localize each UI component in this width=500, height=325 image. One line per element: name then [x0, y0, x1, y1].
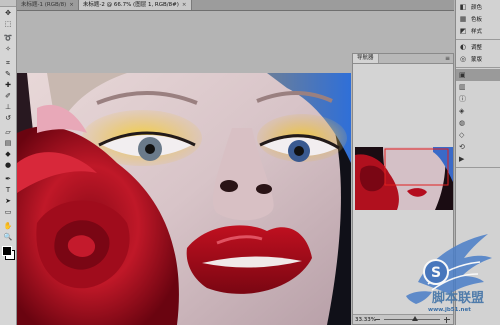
blur-icon[interactable]: ◆ — [1, 149, 15, 159]
dock-item-swatches[interactable]: ▦ 色板 — [456, 13, 500, 25]
document-tab-1-label: 未标题-1 (RGB/8) — [21, 2, 67, 8]
dock-item-masks[interactable]: ◎ 蒙版 — [456, 53, 500, 65]
move-icon[interactable]: ✥ — [1, 8, 15, 18]
shape-icon[interactable]: ▭ — [1, 207, 15, 217]
dock-item-styles-label: 样式 — [471, 29, 483, 35]
navigator-preview — [355, 147, 453, 210]
magic-wand-icon[interactable]: ✧ — [1, 44, 15, 54]
masks-icon: ◎ — [459, 55, 467, 63]
zoom-icon[interactable]: 🔍 — [1, 232, 15, 242]
healing-brush-icon[interactable]: ✚ — [1, 80, 15, 90]
paths-icon[interactable]: ◇ — [456, 129, 500, 141]
dock-group-adjust: ◐ 调整 ◎ 蒙版 — [456, 40, 500, 68]
document-canvas[interactable] — [17, 73, 351, 325]
dock-item-swatches-label: 色板 — [471, 17, 483, 23]
path-select-icon[interactable]: ➤ — [1, 196, 15, 206]
dock-item-color[interactable]: ◧ 颜色 — [456, 1, 500, 13]
dock-item-color-label: 颜色 — [471, 5, 483, 11]
close-icon[interactable]: × — [69, 2, 74, 8]
marquee-icon[interactable]: ⬚ — [1, 19, 15, 29]
navigator-thumbnail[interactable] — [355, 147, 453, 210]
navigator-icon[interactable]: ▣ — [456, 69, 500, 81]
watermark-letter: S — [431, 265, 441, 281]
styles-icon: ◩ — [459, 27, 467, 35]
lasso-icon[interactable]: ➰ — [1, 33, 15, 43]
actions-icon[interactable]: ▶ — [456, 153, 500, 165]
toolbar-grip[interactable] — [0, 0, 16, 7]
foreground-color-swatch[interactable] — [2, 246, 12, 256]
close-icon[interactable]: × — [182, 2, 187, 8]
tools-panel: ✥ ⬚ ➰ ✧ ⌗ ✎ ✚ ✐ ⊥ ↺ ▱ ▤ ◆ ● ✒ T ➤ ▭ ✋ 🔍 — [0, 0, 17, 325]
histogram-icon[interactable]: ▥ — [456, 81, 500, 93]
color-icon: ◧ — [459, 3, 467, 11]
portrait-photo — [17, 73, 351, 325]
gradient-icon[interactable]: ▤ — [1, 138, 15, 148]
color-swatches[interactable] — [0, 246, 16, 262]
document-tab-2[interactable]: 未标题-2 @ 66.7% (图层 1, RGB/8#) × — [78, 0, 192, 10]
hand-icon[interactable]: ✋ — [1, 221, 15, 231]
navigator-tab[interactable]: 导航器 — [353, 54, 379, 63]
document-tab-1[interactable]: 未标题-1 (RGB/8) × — [17, 0, 79, 10]
brush-icon[interactable]: ✐ — [1, 91, 15, 101]
watermark-url: www.jb51.net — [428, 307, 471, 313]
crop-icon[interactable]: ⌗ — [1, 58, 15, 68]
navigator-header: 导航器 ≡ — [353, 54, 453, 64]
dock-group-panels: ▣ ▥ ⓘ ◈ ◍ ◇ ⟲ ▶ — [456, 68, 500, 168]
zoom-level[interactable]: 33.33% — [353, 317, 376, 323]
tool-list: ✥ ⬚ ➰ ✧ ⌗ ✎ ✚ ✐ ⊥ ↺ ▱ ▤ ◆ ● ✒ T ➤ ▭ ✋ 🔍 — [0, 8, 16, 242]
document-tab-2-label: 未标题-2 @ 66.7% (图层 1, RGB/8#) — [82, 2, 179, 8]
dodge-icon[interactable]: ● — [1, 160, 15, 170]
history-icon[interactable]: ⟲ — [456, 141, 500, 153]
dock-item-adjustments[interactable]: ◐ 调整 — [456, 41, 500, 53]
history-brush-icon[interactable]: ↺ — [1, 113, 15, 123]
dock-group-color: ◧ 颜色 ▦ 色板 ◩ 样式 — [456, 0, 500, 40]
zoom-out-icon[interactable] — [375, 317, 380, 322]
pen-icon[interactable]: ✒ — [1, 174, 15, 184]
watermark-logo-text: 脚本联盟 — [432, 290, 484, 306]
adjustments-icon: ◐ — [459, 43, 467, 51]
dock-item-styles[interactable]: ◩ 样式 — [456, 25, 500, 37]
eraser-icon[interactable]: ▱ — [1, 127, 15, 137]
type-icon[interactable]: T — [1, 185, 15, 195]
document-tab-bar: 未标题-1 (RGB/8) × 未标题-2 @ 66.7% (图层 1, RGB/… — [17, 0, 454, 11]
info-icon[interactable]: ⓘ — [456, 93, 500, 105]
dock-item-masks-label: 蒙版 — [471, 57, 483, 63]
layers-icon[interactable]: ◈ — [456, 105, 500, 117]
dock-item-adjustments-label: 调整 — [471, 45, 483, 51]
swatches-icon: ▦ — [459, 15, 467, 23]
panel-menu-icon[interactable]: ≡ — [445, 55, 450, 62]
channels-icon[interactable]: ◍ — [456, 117, 500, 129]
clone-stamp-icon[interactable]: ⊥ — [1, 102, 15, 112]
eyedropper-icon[interactable]: ✎ — [1, 69, 15, 79]
